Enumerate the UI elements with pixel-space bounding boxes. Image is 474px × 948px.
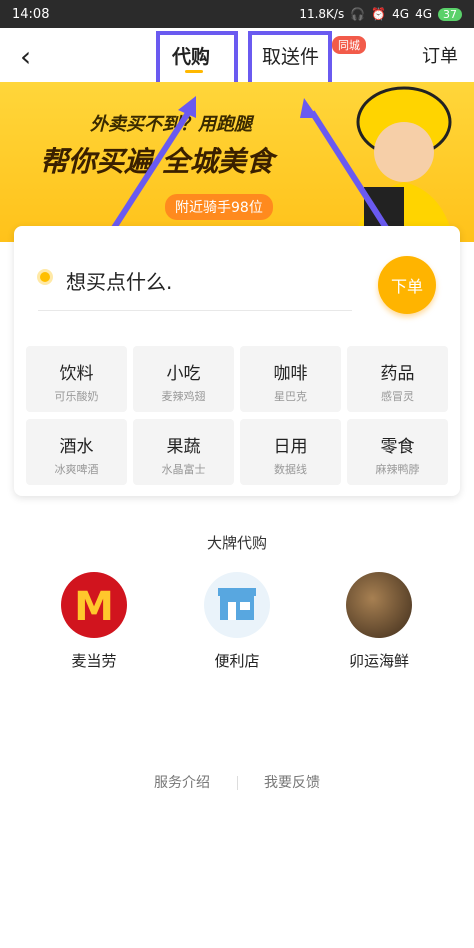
status-time: 14:08 (12, 6, 50, 22)
brand-mcdonalds[interactable]: M 麦当劳 (34, 572, 154, 671)
input-divider (38, 310, 352, 311)
back-icon[interactable]: ‹ (20, 40, 31, 73)
category-item[interactable]: 日用 数据线 (240, 419, 341, 485)
signal-2: 4G (415, 7, 432, 21)
shop-icon (204, 572, 270, 638)
order-card: 想买点什么. 下单 饮料 可乐酸奶 小吃 麦辣鸡翅 咖啡 星巴克 药品 感冒灵 酒水 冰爽… (14, 226, 460, 496)
category-item[interactable]: 药品 感冒灵 (347, 346, 448, 412)
status-icons: 11.8K/s 🎧 ⏰ 4G 4G 37 (299, 7, 462, 21)
what-to-buy-input[interactable]: 想买点什么. (66, 266, 172, 295)
category-item[interactable]: 小吃 麦辣鸡翅 (133, 346, 234, 412)
brand-seafood[interactable]: 卯运海鲜 (319, 572, 439, 671)
category-grid: 饮料 可乐酸奶 小吃 麦辣鸡翅 咖啡 星巴克 药品 感冒灵 酒水 冰爽啤酒 果蔬 水晶富士 … (26, 346, 448, 485)
battery-level: 37 (438, 7, 462, 21)
banner-line2: 帮你买遍 全城美食 (40, 145, 274, 178)
category-item[interactable]: 咖啡 星巴克 (240, 346, 341, 412)
service-intro-link[interactable]: 服务介绍 (154, 775, 210, 791)
footer-links: 服务介绍 我要反馈 (0, 772, 474, 792)
banner-line1: 外卖买不到？用跑腿 (90, 114, 252, 135)
category-item[interactable]: 果蔬 水晶富士 (133, 419, 234, 485)
category-item[interactable]: 酒水 冰爽啤酒 (26, 419, 127, 485)
seafood-photo-icon (346, 572, 412, 638)
signal-1: 4G (392, 7, 410, 21)
mcdonalds-logo-icon: M (61, 572, 127, 638)
headphone-icon: 🎧 (350, 7, 366, 21)
status-bar: 14:08 11.8K/s 🎧 ⏰ 4G 4G 37 (0, 0, 474, 28)
brand-convenience-store[interactable]: 便利店 (177, 572, 297, 671)
orders-link[interactable]: 订单 (422, 42, 458, 68)
courier-illustration (354, 86, 454, 242)
category-item[interactable]: 零食 麻辣鸭脖 (347, 419, 448, 485)
brand-label: 便利店 (214, 652, 260, 670)
brand-label: 卯运海鲜 (348, 652, 409, 670)
promo-banner[interactable]: 外卖买不到？用跑腿 帮你买遍 全城美食 附近骑手98位 (0, 82, 474, 242)
location-dot-icon (40, 272, 50, 282)
footer-divider (236, 776, 238, 790)
place-order-button[interactable]: 下单 (378, 256, 436, 314)
alarm-icon: ⏰ (371, 7, 387, 21)
category-item[interactable]: 饮料 可乐酸奶 (26, 346, 127, 412)
brand-label: 麦当劳 (71, 652, 117, 670)
network-speed: 11.8K/s (299, 7, 345, 21)
feedback-link[interactable]: 我要反馈 (264, 775, 320, 791)
tab-badge: 同城 (332, 36, 366, 54)
nearby-riders-badge: 附近骑手98位 (165, 194, 273, 220)
brands-title: 大牌代购 (206, 534, 267, 552)
